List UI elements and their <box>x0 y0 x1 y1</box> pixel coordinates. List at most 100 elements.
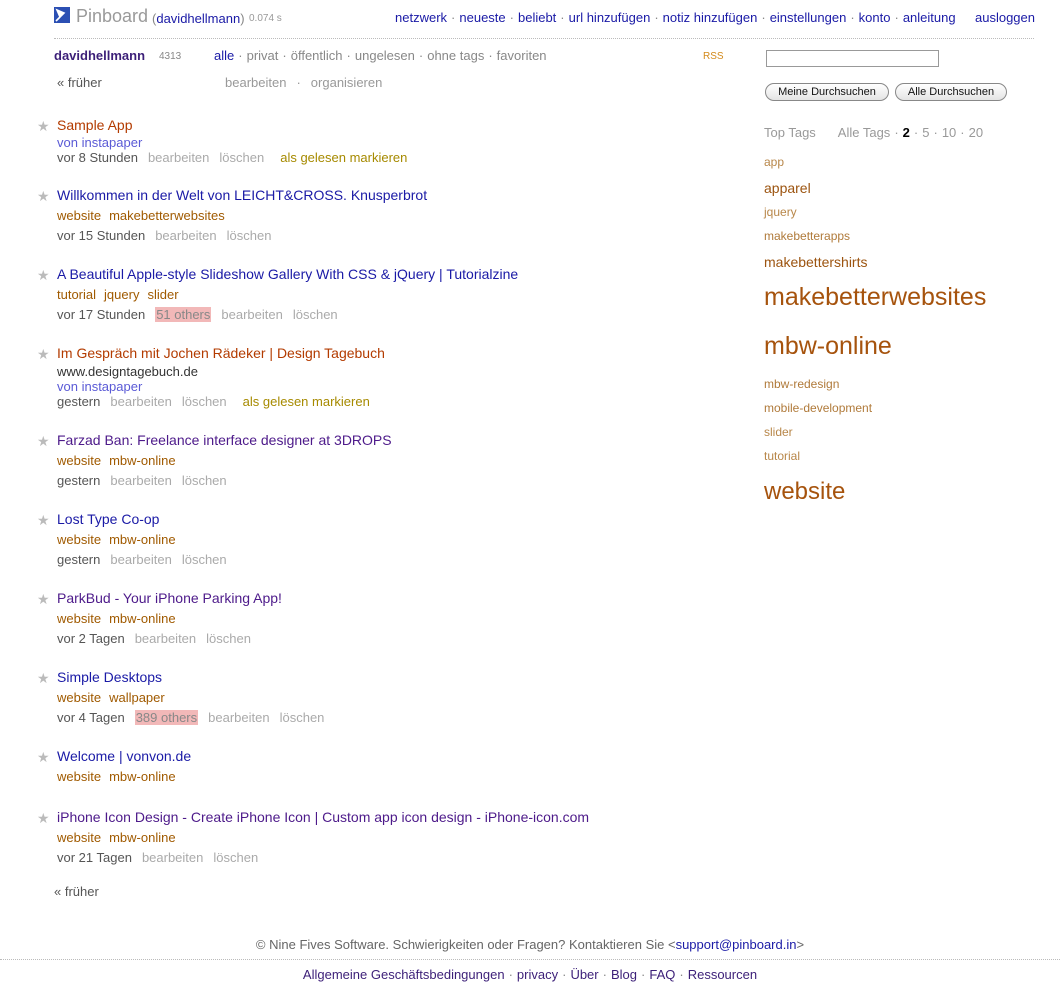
tag-link[interactable]: slider <box>147 287 178 302</box>
nav-neueste[interactable]: neueste <box>459 10 505 25</box>
star-icon[interactable]: ★ <box>37 118 50 135</box>
delete-link[interactable]: löschen <box>219 150 264 165</box>
tag-link[interactable]: website <box>57 690 101 705</box>
all-tags-link[interactable]: Alle Tags <box>838 125 891 140</box>
edit-link[interactable]: bearbeiten <box>110 552 171 567</box>
edit-link[interactable]: bearbeiten <box>110 473 171 488</box>
filter-favoriten[interactable]: favoriten <box>497 48 547 63</box>
logout-link[interactable]: ausloggen <box>975 10 1035 25</box>
delete-link[interactable]: löschen <box>182 473 227 488</box>
edit-link[interactable]: bearbeiten <box>135 631 196 646</box>
tag-link[interactable]: tutorial <box>57 287 96 302</box>
tag-link[interactable]: website <box>57 769 101 784</box>
star-icon[interactable]: ★ <box>37 433 50 450</box>
organize-link[interactable]: organisieren <box>311 75 383 90</box>
bookmark-title[interactable]: iPhone Icon Design - Create iPhone Icon … <box>57 809 589 825</box>
tag-link[interactable]: mbw-online <box>109 611 175 626</box>
search-input[interactable] <box>766 50 939 67</box>
tag-link[interactable]: website <box>57 611 101 626</box>
delete-link[interactable]: löschen <box>206 631 251 646</box>
delete-link[interactable]: löschen <box>182 394 227 409</box>
tag-cloud-mobile-development[interactable]: mobile-development <box>764 401 872 415</box>
footer-link-agb[interactable]: Allgemeine Geschäftsbedingungen <box>303 967 505 982</box>
tag-link[interactable]: mbw-online <box>109 453 175 468</box>
star-icon[interactable]: ★ <box>37 670 50 687</box>
delete-link[interactable]: löschen <box>280 710 325 725</box>
pinboard-logo-icon[interactable] <box>54 7 70 23</box>
search-mine-button[interactable]: Meine Durchsuchen <box>765 83 889 101</box>
tag-cloud-makebetterapps[interactable]: makebetterapps <box>764 229 850 243</box>
edit-link[interactable]: bearbeiten <box>208 710 269 725</box>
others-count-link[interactable]: 389 others <box>134 710 199 725</box>
earlier-link-top[interactable]: « früher <box>57 75 102 90</box>
nav-netzwerk[interactable]: netzwerk <box>395 10 447 25</box>
header-user-link[interactable]: davidhellmann <box>156 11 240 26</box>
star-icon[interactable]: ★ <box>37 810 50 827</box>
star-icon[interactable]: ★ <box>37 346 50 363</box>
footer-link-blog[interactable]: Blog <box>611 967 637 982</box>
earlier-link-bottom[interactable]: « früher <box>54 884 99 899</box>
brand-link[interactable]: Pinboard <box>76 6 148 27</box>
delete-link[interactable]: löschen <box>182 552 227 567</box>
nav-notiz-hinzufuegen[interactable]: notiz hinzufügen <box>663 10 758 25</box>
rss-link[interactable]: RSS <box>703 51 724 62</box>
tag-link[interactable]: makebetterwebsites <box>109 208 225 223</box>
footer-link-faq[interactable]: FAQ <box>649 967 675 982</box>
tag-cloud-tutorial[interactable]: tutorial <box>764 449 800 463</box>
tag-cloud-app[interactable]: app <box>764 155 784 169</box>
tag-link[interactable]: mbw-online <box>109 532 175 547</box>
tag-link[interactable]: mbw-online <box>109 830 175 845</box>
filter-privat[interactable]: privat <box>247 48 279 63</box>
star-icon[interactable]: ★ <box>37 512 50 529</box>
tag-cloud-mbw-redesign[interactable]: mbw-redesign <box>764 377 839 391</box>
tag-cloud-jquery[interactable]: jquery <box>764 205 797 219</box>
bookmark-source[interactable]: von instapaper <box>57 135 142 150</box>
bookmark-title[interactable]: A Beautiful Apple-style Slideshow Galler… <box>57 266 518 282</box>
filter-oeffentlich[interactable]: öffentlich <box>291 48 343 63</box>
bookmark-title[interactable]: ParkBud - Your iPhone Parking App! <box>57 590 282 606</box>
bookmark-title[interactable]: Welcome | vonvon.de <box>57 748 191 764</box>
filter-alle[interactable]: alle <box>214 48 234 63</box>
star-icon[interactable]: ★ <box>37 591 50 608</box>
tag-link[interactable]: mbw-online <box>109 769 175 784</box>
nav-beliebt[interactable]: beliebt <box>518 10 556 25</box>
edit-link[interactable]: bearbeiten <box>221 307 282 322</box>
nav-einstellungen[interactable]: einstellungen <box>770 10 847 25</box>
tag-cloud-apparel[interactable]: apparel <box>764 180 811 196</box>
tag-count-2[interactable]: 2 <box>903 125 910 140</box>
edit-link[interactable]: bearbeiten <box>142 850 203 865</box>
bookmark-title[interactable]: Sample App <box>57 117 133 133</box>
bookmark-title[interactable]: Farzad Ban: Freelance interface designer… <box>57 432 392 448</box>
filter-ungelesen[interactable]: ungelesen <box>355 48 415 63</box>
bulk-edit-link[interactable]: bearbeiten <box>225 75 286 90</box>
tag-link[interactable]: website <box>57 208 101 223</box>
bookmark-title[interactable]: Simple Desktops <box>57 669 162 685</box>
filter-ohne-tags[interactable]: ohne tags <box>427 48 484 63</box>
bookmark-title[interactable]: Lost Type Co-op <box>57 511 159 527</box>
bookmark-title[interactable]: Im Gespräch mit Jochen Rädeker | Design … <box>57 345 385 361</box>
tag-count-20[interactable]: 20 <box>969 125 983 140</box>
nav-url-hinzufuegen[interactable]: url hinzufügen <box>569 10 651 25</box>
edit-link[interactable]: bearbeiten <box>155 228 216 243</box>
tag-link[interactable]: website <box>57 532 101 547</box>
delete-link[interactable]: löschen <box>213 850 258 865</box>
star-icon[interactable]: ★ <box>37 188 50 205</box>
nav-anleitung[interactable]: anleitung <box>903 10 956 25</box>
edit-link[interactable]: bearbeiten <box>148 150 209 165</box>
footer-link-ueber[interactable]: Über <box>570 967 598 982</box>
tag-cloud-makebettershirts[interactable]: makebettershirts <box>764 254 867 270</box>
tag-link[interactable]: website <box>57 453 101 468</box>
tag-cloud-mbw-online[interactable]: mbw-online <box>764 332 892 361</box>
footer-link-privacy[interactable]: privacy <box>517 967 558 982</box>
search-all-button[interactable]: Alle Durchsuchen <box>895 83 1007 101</box>
mark-read-link[interactable]: als gelesen markieren <box>280 150 407 165</box>
others-count-link[interactable]: 51 others <box>155 307 212 322</box>
star-icon[interactable]: ★ <box>37 267 50 284</box>
tag-cloud-website[interactable]: website <box>764 478 845 506</box>
delete-link[interactable]: löschen <box>227 228 272 243</box>
bookmark-title[interactable]: Willkommen in der Welt von LEICHT&CROSS.… <box>57 187 427 203</box>
tag-link[interactable]: website <box>57 830 101 845</box>
tag-link[interactable]: jquery <box>104 287 139 302</box>
tag-cloud-slider[interactable]: slider <box>764 425 793 439</box>
star-icon[interactable]: ★ <box>37 749 50 766</box>
